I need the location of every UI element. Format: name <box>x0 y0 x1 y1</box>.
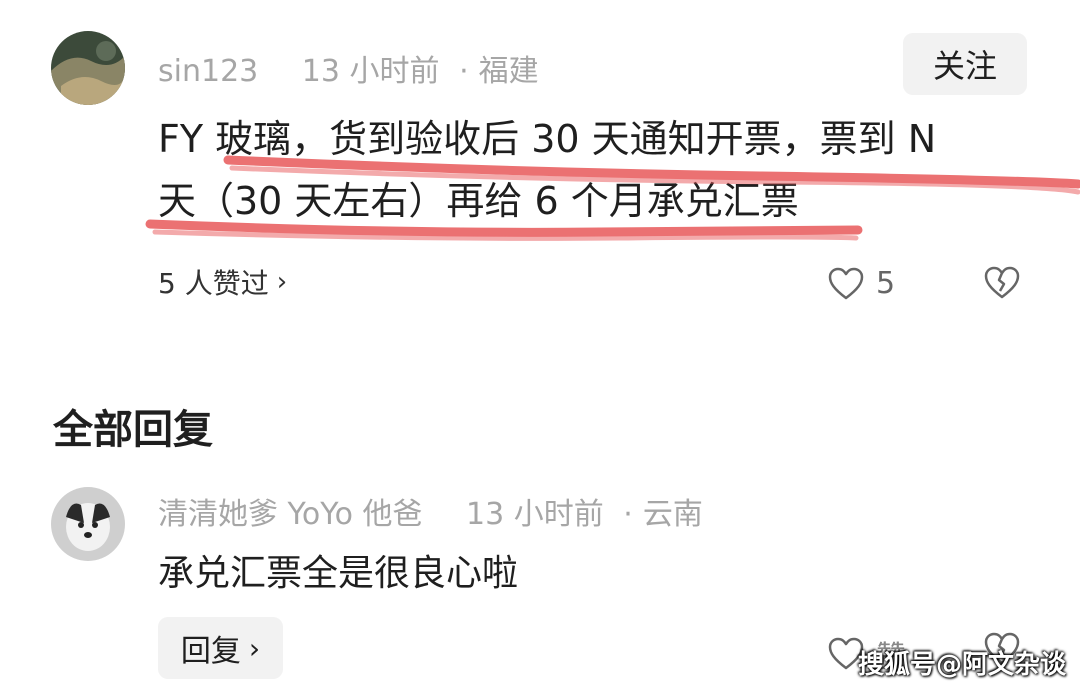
replier-avatar[interactable] <box>51 487 125 561</box>
reply-body: 承兑汇票全是很良心啦 <box>158 553 519 594</box>
chevron-right-icon: › <box>248 631 261 665</box>
reply-button-label: 回复 <box>180 634 241 669</box>
reply-meta: 清清她爹 YoYo 他爸 13 小时前 · 云南 <box>158 497 703 532</box>
comment-text-line-2: 天（30 天左右）再给 6 个月承兑汇票 <box>158 179 799 223</box>
reply-time: 13 小时前 <box>466 497 604 532</box>
comment-location: 福建 <box>478 54 539 89</box>
comment-text-line-1: FY 玻璃，货到验收后 30 天通知开票，票到 N <box>158 117 937 161</box>
replier-username[interactable]: 清清她爹 YoYo 他爸 <box>158 497 422 532</box>
heart-icon <box>828 267 864 299</box>
section-title: 全部回复 <box>53 407 213 453</box>
like-count: 5 <box>876 266 896 301</box>
like-button[interactable]: 5 <box>828 266 895 301</box>
reply-button[interactable]: 回复 › <box>158 617 283 679</box>
reply-location: 云南 <box>642 497 703 532</box>
commenter-avatar[interactable] <box>51 31 125 105</box>
comment-meta: sin123 13 小时前 · 福建 <box>158 54 539 89</box>
chevron-right-icon: › <box>276 267 288 297</box>
likes-summary-text: 5 人赞过 <box>158 267 269 300</box>
dislike-button[interactable] <box>984 266 1020 300</box>
commenter-username[interactable]: sin123 <box>158 54 258 89</box>
watermark: 搜狐号@阿文杂谈 <box>857 650 1066 680</box>
comment-body: FY 玻璃，货到验收后 30 天通知开票，票到 N 天（30 天左右）再给 6 … <box>158 108 1058 232</box>
broken-heart-icon <box>984 266 1020 299</box>
likes-summary-link[interactable]: 5 人赞过 › <box>158 262 287 302</box>
follow-button[interactable]: 关注 <box>903 33 1027 95</box>
comment-time: 13 小时前 <box>301 54 440 89</box>
